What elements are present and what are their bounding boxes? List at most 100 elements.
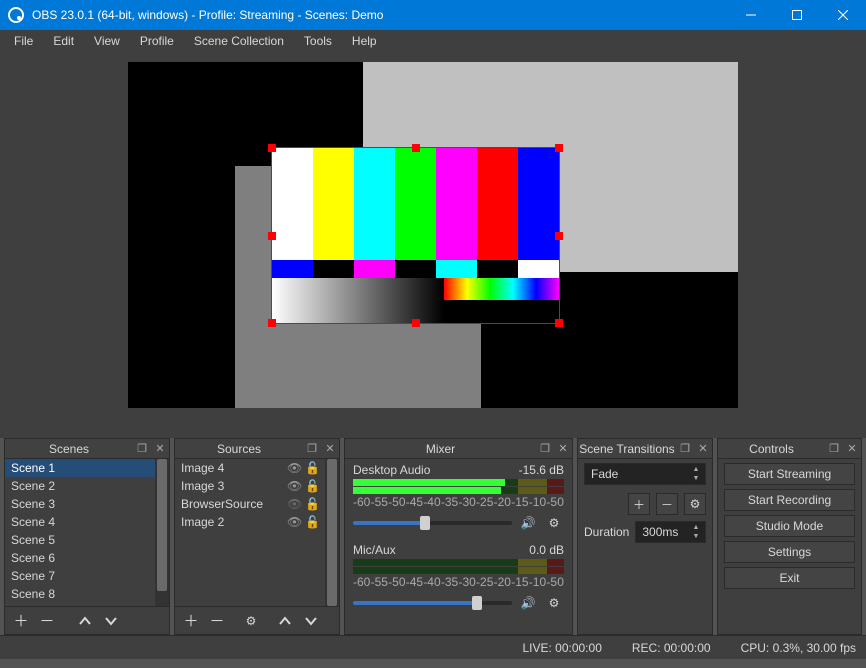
duration-input[interactable]: 300ms ▲▼ <box>635 521 706 543</box>
gear-icon: ⚙ <box>246 614 257 628</box>
resize-handle[interactable] <box>555 144 563 152</box>
scene-item[interactable]: Scene 3 <box>5 495 155 513</box>
start-streaming-button[interactable]: Start Streaming <box>724 463 855 485</box>
source-name: Image 4 <box>181 461 224 475</box>
menu-file[interactable]: File <box>4 31 43 51</box>
meter-scale: -60-55-50-45-40-35-30-25-20-15-10-50 <box>353 495 564 509</box>
remove-scene-button[interactable]: － <box>35 610 59 632</box>
eye-icon[interactable]: 👁 <box>287 515 301 529</box>
minimize-icon <box>746 10 756 20</box>
lock-icon[interactable]: 🔓 <box>305 515 319 529</box>
dock-popout-button[interactable]: ❐ <box>825 440 843 458</box>
scenes-scrollbar[interactable] <box>155 459 169 606</box>
mute-button[interactable]: 🔊 <box>518 593 538 613</box>
exit-button[interactable]: Exit <box>724 567 855 589</box>
add-scene-button[interactable]: ＋ <box>9 610 33 632</box>
dock-close-button[interactable]: ✕ <box>554 440 572 458</box>
dock-popout-button[interactable]: ❐ <box>536 440 554 458</box>
maximize-icon <box>792 10 802 20</box>
vu-meter <box>353 479 564 486</box>
controls-dock: Controls ❐ ✕ Start Streaming Start Recor… <box>717 438 862 635</box>
dock-close-button[interactable]: ✕ <box>694 440 712 458</box>
resize-handle[interactable] <box>268 232 276 240</box>
resize-handle[interactable] <box>555 232 563 240</box>
lock-icon[interactable]: 🔓 <box>305 479 319 493</box>
scene-item[interactable]: Scene 6 <box>5 549 155 567</box>
scenes-list[interactable]: Scene 1 Scene 2 Scene 3 Scene 4 Scene 5 … <box>5 459 155 606</box>
source-item[interactable]: Image 3 👁🔓 <box>175 477 325 495</box>
statusbar: LIVE: 00:00:00 REC: 00:00:00 CPU: 0.3%, … <box>0 635 866 659</box>
scene-item[interactable]: Scene 4 <box>5 513 155 531</box>
scenes-title: Scenes <box>5 442 133 456</box>
move-scene-down-button[interactable] <box>99 610 123 632</box>
menu-edit[interactable]: Edit <box>43 31 84 51</box>
menu-view[interactable]: View <box>84 31 130 51</box>
volume-slider[interactable] <box>353 521 512 525</box>
meter-scale: -60-55-50-45-40-35-30-25-20-15-10-50 <box>353 575 564 589</box>
gear-icon: ⚙ <box>549 596 560 610</box>
remove-source-button[interactable]: － <box>205 610 229 632</box>
channel-settings-button[interactable]: ⚙ <box>544 593 564 613</box>
transition-properties-button[interactable]: ⚙ <box>684 493 706 515</box>
studio-mode-button[interactable]: Studio Mode <box>724 515 855 537</box>
window-minimize-button[interactable] <box>728 0 774 30</box>
window-titlebar: OBS 23.0.1 (64-bit, windows) - Profile: … <box>0 0 866 30</box>
preview-selected-source[interactable] <box>271 147 560 324</box>
dock-popout-button[interactable]: ❐ <box>133 440 151 458</box>
settings-button[interactable]: Settings <box>724 541 855 563</box>
lock-icon[interactable]: 🔓 <box>305 461 319 475</box>
move-source-up-button[interactable] <box>273 610 297 632</box>
eye-off-icon[interactable]: 👁 <box>287 497 301 511</box>
start-recording-button[interactable]: Start Recording <box>724 489 855 511</box>
source-properties-button[interactable]: ⚙ <box>239 610 263 632</box>
source-item[interactable]: Image 2 👁 🔓 <box>175 513 325 531</box>
move-scene-up-button[interactable] <box>73 610 97 632</box>
source-item[interactable]: Image 4 👁 🔓 <box>175 459 325 477</box>
dock-close-button[interactable]: ✕ <box>843 440 861 458</box>
chevron-down-icon <box>105 616 117 626</box>
chevron-up-icon <box>79 616 91 626</box>
source-item[interactable]: BrowserSource 👁🔓 <box>175 495 325 513</box>
scene-item[interactable]: Scene 5 <box>5 531 155 549</box>
preview-canvas[interactable] <box>128 62 738 408</box>
resize-handle[interactable] <box>555 319 563 327</box>
vu-meter <box>353 559 564 566</box>
sources-scrollbar[interactable] <box>325 459 339 606</box>
source-name: Image 2 <box>181 515 224 529</box>
resize-handle[interactable] <box>412 144 420 152</box>
mixer-channel: Desktop Audio -15.6 dB -60-55-50-45-40-3… <box>345 459 572 539</box>
add-source-button[interactable]: ＋ <box>179 610 203 632</box>
menu-tools[interactable]: Tools <box>294 31 342 51</box>
volume-slider[interactable] <box>353 601 512 605</box>
move-source-down-button[interactable] <box>299 610 323 632</box>
add-transition-button[interactable]: ＋ <box>628 493 650 515</box>
resize-handle[interactable] <box>268 319 276 327</box>
dock-popout-button[interactable]: ❐ <box>303 440 321 458</box>
menu-profile[interactable]: Profile <box>130 31 184 51</box>
mute-button[interactable]: 🔊 <box>518 513 538 533</box>
scene-item[interactable]: Scene 2 <box>5 477 155 495</box>
dock-close-button[interactable]: ✕ <box>321 440 339 458</box>
scene-item[interactable]: Scene 1 <box>5 459 155 477</box>
scene-item[interactable]: Scene 7 <box>5 567 155 585</box>
sources-list[interactable]: Image 4 👁🔓 Image 3 👁🔓 BrowserSource 👁🔓 I… <box>175 459 325 606</box>
transition-select[interactable]: Fade ▲▼ <box>584 463 706 485</box>
menu-scene-collection[interactable]: Scene Collection <box>184 31 294 51</box>
window-close-button[interactable] <box>820 0 866 30</box>
channel-settings-button[interactable]: ⚙ <box>544 513 564 533</box>
remove-transition-button[interactable]: － <box>656 493 678 515</box>
dock-close-button[interactable]: ✕ <box>151 440 169 458</box>
eye-icon[interactable]: 👁 <box>287 479 301 493</box>
menu-help[interactable]: Help <box>342 31 387 51</box>
scene-item[interactable]: Scene 8 <box>5 585 155 603</box>
controls-title: Controls <box>718 442 825 456</box>
channel-level: 0.0 dB <box>529 543 564 557</box>
window-maximize-button[interactable] <box>774 0 820 30</box>
eye-icon[interactable]: 👁 <box>287 461 301 475</box>
mixer-title: Mixer <box>345 442 536 456</box>
resize-handle[interactable] <box>412 319 420 327</box>
dock-popout-button[interactable]: ❐ <box>676 440 694 458</box>
lock-icon[interactable]: 🔓 <box>305 497 319 511</box>
resize-handle[interactable] <box>268 144 276 152</box>
chevron-down-icon <box>305 616 317 626</box>
